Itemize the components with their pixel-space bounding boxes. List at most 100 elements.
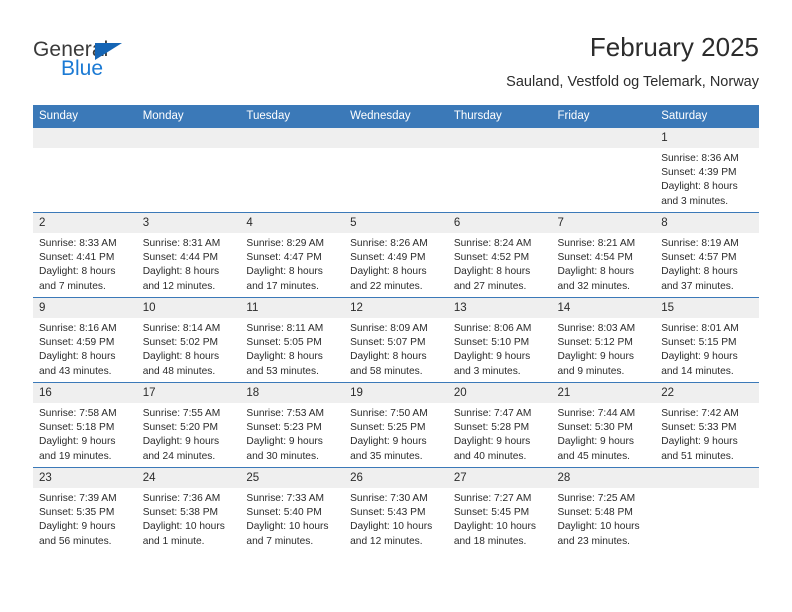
sunrise-text: Sunrise: 8:21 AM — [557, 238, 636, 249]
daylight-text-line2: and 17 minutes. — [246, 280, 319, 292]
day-sun-info: Sunrise: 7:50 AM Sunset: 5:25 PM Daylight:… — [344, 403, 448, 464]
day-sun-info: Sunrise: 8:33 AM Sunset: 4:41 PM Daylight:… — [33, 233, 137, 294]
day-cell-inner: 1 Sunrise: 8:36 AM Sunset: 4:39 PM Daylight… — [655, 128, 759, 212]
daylight-text-line1: Daylight: 9 hours — [661, 436, 738, 448]
calendar-day-cell[interactable]: 27 Sunrise: 7:27 AM Sunset: 5:45 PM Dayligh… — [447, 467, 552, 552]
calendar-day-cell[interactable]: 7 Sunrise: 8:21 AM Sunset: 4:54 PM Daylight… — [551, 212, 656, 298]
day-sun-info: Sunrise: 7:39 AM Sunset: 5:35 PM Daylight:… — [33, 488, 137, 549]
sunset-text: Sunset: 4:44 PM — [142, 252, 219, 264]
day-cell-inner: 20 Sunrise: 7:47 AM Sunset: 5:28 PM Dayligh… — [447, 383, 552, 467]
daylight-text-line1: Daylight: 9 hours — [246, 436, 323, 448]
day-cell-inner: 13 Sunrise: 8:06 AM Sunset: 5:10 PM Dayligh… — [447, 298, 552, 382]
day-cell-inner: 22 Sunrise: 7:42 AM Sunset: 5:33 PM Dayligh… — [655, 383, 759, 467]
calendar-day-cell[interactable]: 16 Sunrise: 7:58 AM Sunset: 5:18 PM Dayligh… — [33, 382, 137, 468]
calendar-day-cell[interactable]: 1 Sunrise: 8:36 AM Sunset: 4:39 PM Daylight… — [655, 127, 759, 213]
sunrise-text: Sunrise: 8:06 AM — [453, 323, 532, 334]
calendar-day-cell[interactable]: 17 Sunrise: 7:55 AM Sunset: 5:20 PM Dayligh… — [136, 382, 241, 468]
day-cell-inner: 5 Sunrise: 8:26 AM Sunset: 4:49 PM Daylight… — [344, 213, 448, 297]
calendar-day-cell[interactable]: 12 Sunrise: 8:09 AM Sunset: 5:07 PM Dayligh… — [344, 297, 448, 383]
calendar-day-cell[interactable]: 2 Sunrise: 8:33 AM Sunset: 4:41 PM Daylight… — [33, 212, 137, 298]
daylight-text-line1: Daylight: 9 hours — [350, 436, 427, 448]
day-sun-info: Sunrise: 8:26 AM Sunset: 4:49 PM Daylight:… — [344, 233, 448, 294]
sunrise-text: Sunrise: 7:58 AM — [39, 408, 117, 419]
daylight-text-line1: Daylight: 9 hours — [39, 521, 116, 533]
sunset-text: Sunset: 5:28 PM — [453, 422, 530, 434]
daylight-text-line2: and 53 minutes. — [246, 365, 319, 377]
sunset-text: Sunset: 5:25 PM — [350, 422, 426, 434]
sunrise-text: Sunrise: 8:19 AM — [661, 238, 739, 249]
calendar-day-cell[interactable]: 9 Sunrise: 8:16 AM Sunset: 4:59 PM Daylight… — [33, 297, 137, 383]
daylight-text-line2: and 43 minutes. — [39, 365, 112, 377]
daylight-text-line2: and 35 minutes. — [350, 450, 423, 462]
sunrise-text: Sunrise: 8:01 AM — [661, 323, 739, 334]
calendar-day-cell[interactable]: 21 Sunrise: 7:44 AM Sunset: 5:30 PM Dayligh… — [551, 382, 656, 468]
calendar-day-cell[interactable]: 15 Sunrise: 8:01 AM Sunset: 5:15 PM Dayligh… — [655, 297, 759, 383]
day-sun-info: Sunrise: 8:14 AM Sunset: 5:02 PM Daylight:… — [137, 318, 241, 379]
daylight-text-line2: and 58 minutes. — [350, 365, 423, 377]
weekday-header-wednesday: Wednesday — [344, 105, 448, 128]
day-number: 14 — [551, 298, 656, 318]
calendar-day-cell[interactable]: 28 Sunrise: 7:25 AM Sunset: 5:48 PM Dayligh… — [551, 467, 656, 552]
calendar-day-cell[interactable]: 6 Sunrise: 8:24 AM Sunset: 4:52 PM Daylight… — [447, 212, 552, 298]
day-cell-inner: 9 Sunrise: 8:16 AM Sunset: 4:59 PM Daylight… — [33, 298, 137, 382]
sunrise-text: Sunrise: 7:55 AM — [142, 408, 221, 419]
day-number: 18 — [240, 383, 345, 403]
sunset-text: Sunset: 5:43 PM — [350, 507, 426, 519]
calendar-day-cell[interactable]: 5 Sunrise: 8:26 AM Sunset: 4:49 PM Daylight… — [344, 212, 448, 298]
calendar-day-cell[interactable]: 3 Sunrise: 8:31 AM Sunset: 4:44 PM Daylight… — [136, 212, 241, 298]
daylight-text-line2: and 37 minutes. — [661, 280, 734, 292]
daylight-text-line1: Daylight: 8 hours — [246, 351, 323, 363]
day-sun-info: Sunrise: 7:47 AM Sunset: 5:28 PM Daylight:… — [448, 403, 552, 464]
day-number: 27 — [447, 468, 552, 488]
daylight-text-line2: and 24 minutes. — [142, 450, 216, 462]
day-sun-info: Sunrise: 8:16 AM Sunset: 4:59 PM Daylight:… — [33, 318, 137, 379]
calendar-day-cell[interactable]: 4 Sunrise: 8:29 AM Sunset: 4:47 PM Daylight… — [240, 212, 345, 298]
sunrise-text: Sunrise: 7:33 AM — [246, 493, 324, 504]
weekday-header-saturday: Saturday — [655, 105, 759, 128]
calendar-day-cell[interactable]: 11 Sunrise: 8:11 AM Sunset: 5:05 PM Dayligh… — [240, 297, 345, 383]
sunset-text: Sunset: 5:15 PM — [661, 337, 737, 349]
calendar-day-cell[interactable]: 13 Sunrise: 8:06 AM Sunset: 5:10 PM Dayligh… — [447, 297, 552, 383]
day-cell-inner: 8 Sunrise: 8:19 AM Sunset: 4:57 PM Daylight… — [655, 213, 759, 297]
day-sun-info: Sunrise: 8:31 AM Sunset: 4:44 PM Daylight:… — [137, 233, 241, 294]
sunrise-text: Sunrise: 8:31 AM — [142, 238, 221, 249]
sunset-text: Sunset: 5:45 PM — [453, 507, 530, 519]
daylight-text-line1: Daylight: 10 hours — [246, 521, 329, 533]
calendar-day-cell[interactable]: 18 Sunrise: 7:53 AM Sunset: 5:23 PM Dayligh… — [240, 382, 345, 468]
calendar-day-cell[interactable]: 22 Sunrise: 7:42 AM Sunset: 5:33 PM Dayligh… — [655, 382, 759, 468]
day-number — [344, 128, 448, 148]
day-cell-inner: 4 Sunrise: 8:29 AM Sunset: 4:47 PM Daylight… — [240, 213, 345, 297]
calendar-week-row: 23 Sunrise: 7:39 AM Sunset: 5:35 PM Dayligh… — [33, 467, 759, 552]
day-number: 6 — [447, 213, 552, 233]
calendar-day-cell-empty — [240, 127, 345, 213]
calendar-day-cell[interactable]: 14 Sunrise: 8:03 AM Sunset: 5:12 PM Dayligh… — [551, 297, 656, 383]
calendar-day-cell[interactable]: 8 Sunrise: 8:19 AM Sunset: 4:57 PM Daylight… — [655, 212, 759, 298]
calendar-day-cell[interactable]: 23 Sunrise: 7:39 AM Sunset: 5:35 PM Dayligh… — [33, 467, 137, 552]
daylight-text-line1: Daylight: 8 hours — [453, 266, 531, 278]
sunrise-text: Sunrise: 8:33 AM — [39, 238, 117, 249]
sunset-text: Sunset: 4:49 PM — [350, 252, 426, 264]
sunrise-text: Sunrise: 8:03 AM — [557, 323, 636, 334]
calendar-day-cell[interactable]: 20 Sunrise: 7:47 AM Sunset: 5:28 PM Dayligh… — [447, 382, 552, 468]
calendar-day-cell[interactable]: 24 Sunrise: 7:36 AM Sunset: 5:38 PM Dayligh… — [136, 467, 241, 552]
daylight-text-line2: and 22 minutes. — [350, 280, 423, 292]
calendar-day-cell[interactable]: 10 Sunrise: 8:14 AM Sunset: 5:02 PM Dayligh… — [136, 297, 241, 383]
calendar-day-cell[interactable]: 25 Sunrise: 7:33 AM Sunset: 5:40 PM Dayligh… — [240, 467, 345, 552]
day-number: 4 — [240, 213, 345, 233]
calendar-day-cell[interactable]: 26 Sunrise: 7:30 AM Sunset: 5:43 PM Dayligh… — [344, 467, 448, 552]
daylight-text-line2: and 12 minutes. — [142, 280, 216, 292]
sunset-text: Sunset: 4:59 PM — [39, 337, 115, 349]
calendar-day-cell[interactable]: 19 Sunrise: 7:50 AM Sunset: 5:25 PM Dayligh… — [344, 382, 448, 468]
daylight-text-line2: and 7 minutes. — [246, 535, 314, 547]
sunset-text: Sunset: 5:20 PM — [142, 422, 219, 434]
daylight-text-line1: Daylight: 8 hours — [350, 351, 427, 363]
day-number: 7 — [551, 213, 656, 233]
day-number: 15 — [655, 298, 759, 318]
daylight-text-line2: and 19 minutes. — [39, 450, 112, 462]
day-cell-inner: 28 Sunrise: 7:25 AM Sunset: 5:48 PM Dayligh… — [551, 468, 656, 552]
day-cell-inner — [33, 128, 137, 212]
daylight-text-line1: Daylight: 8 hours — [39, 266, 116, 278]
day-cell-inner: 26 Sunrise: 7:30 AM Sunset: 5:43 PM Dayligh… — [344, 468, 448, 552]
day-sun-info: Sunrise: 7:33 AM Sunset: 5:40 PM Daylight:… — [240, 488, 344, 549]
day-sun-info: Sunrise: 7:42 AM Sunset: 5:33 PM Daylight:… — [655, 403, 759, 464]
